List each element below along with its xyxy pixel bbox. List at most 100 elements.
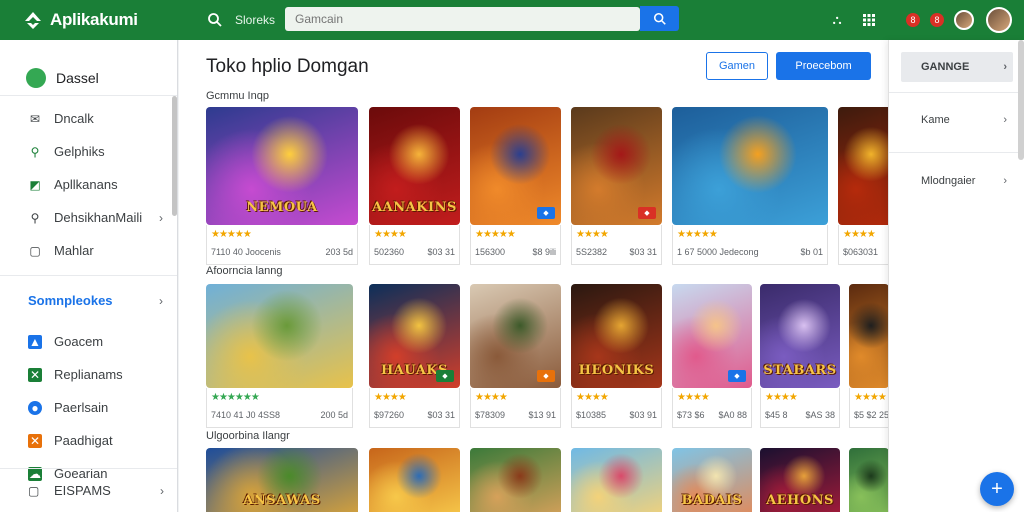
game-card[interactable]: ★★★★ $063031 — [838, 107, 888, 265]
game-artwork — [369, 448, 460, 512]
sidebar-section-header[interactable]: Somnpleokes › — [0, 275, 177, 325]
sidebar-sub-item-1[interactable]: ▲ Goacem — [0, 325, 177, 358]
price-label: $03 91 — [629, 410, 657, 420]
game-card[interactable]: ◆ ★★★★ $73 $6 $A0 88 — [672, 284, 752, 428]
download-count: 5S2382 — [576, 247, 608, 257]
platform-badge-icon: ◆ — [537, 370, 555, 382]
sidebar-item-1[interactable]: ✉ Dncalk — [0, 102, 177, 135]
app-name: Aplikakumi — [50, 10, 138, 29]
secondary-button[interactable]: Gamen — [706, 52, 768, 80]
game-card[interactable]: ◆ ★★★★ 5S2382 $03 31 — [571, 107, 662, 265]
sidebar-item-5[interactable]: ▢ Mahlar — [0, 234, 177, 267]
game-artwork — [672, 107, 828, 225]
translate-icon[interactable]: ⛬ — [828, 11, 846, 29]
filter-item-games[interactable]: GANNGE › — [901, 52, 1013, 82]
sidebar-item-label: Paadhigat — [54, 433, 113, 448]
section-title: Gcmmu Inqp — [206, 90, 269, 102]
small-avatar[interactable] — [954, 10, 974, 30]
filter-item-3[interactable]: Mlodngaier › — [901, 166, 1013, 196]
game-card[interactable]: STABARS ★★★★ $45 8 $AS 38 — [760, 284, 840, 428]
rating-stars: ★★★★ — [576, 392, 609, 403]
price-label: $03 31 — [427, 410, 455, 420]
game-artwork: AANAKINS — [369, 107, 460, 225]
game-card[interactable]: ANSAWAS — [206, 448, 358, 512]
search-icon — [653, 12, 666, 25]
game-artwork — [838, 107, 888, 225]
user-avatar[interactable] — [986, 7, 1012, 33]
game-card[interactable]: ◆ ★★★★ $78309 $13 91 — [470, 284, 561, 428]
sidebar-item-3[interactable]: ◩ Apllkanans — [0, 168, 177, 201]
main-content: Toko hplio Domgan Gamen Proecebom Gcmmu … — [179, 40, 888, 512]
game-card[interactable]: AEHONS — [760, 448, 840, 512]
game-artwork: ◆ — [470, 284, 561, 388]
game-card[interactable]: BADAIS — [672, 448, 752, 512]
card-meta: ★★★★ $97260 $03 31 — [369, 388, 460, 428]
game-card[interactable]: ★★★★ $5 $2 25 — [849, 284, 888, 428]
search-label: Sloreks — [235, 13, 276, 27]
game-card[interactable] — [849, 448, 888, 512]
game-artwork — [206, 284, 353, 388]
leaf-logo-icon — [25, 12, 41, 29]
game-logo-text: ANSAWAS — [243, 493, 321, 508]
chevron-right-icon: › — [159, 293, 163, 308]
download-count: $45 8 — [765, 410, 788, 420]
rating-stars: ★★★★★★ — [211, 392, 260, 403]
sidebar-sub-item-3[interactable]: ● Paerlsain — [0, 391, 177, 424]
x-icon: ✕ — [28, 433, 42, 448]
pin-icon: ⚲ — [30, 144, 40, 159]
filter-item-kame[interactable]: Kame › — [901, 105, 1013, 135]
chevron-right-icon: › — [160, 483, 164, 498]
app-logo[interactable]: Aplikakumi — [22, 9, 202, 31]
sidebar-sub-item-2[interactable]: ✕ Replianams — [0, 358, 177, 391]
game-card[interactable] — [571, 448, 662, 512]
search-input[interactable] — [285, 7, 640, 31]
game-logo-text: AANAKINS — [372, 200, 457, 215]
sidebar-item-label: Goacem — [54, 334, 104, 349]
sidebar-item-label: Apllkanans — [54, 177, 118, 192]
game-logo-text: STABARS — [763, 363, 837, 378]
game-card[interactable] — [369, 448, 460, 512]
section-title: Afoorncia lanng — [206, 265, 283, 277]
download-count: 156300 — [475, 247, 506, 257]
game-artwork: STABARS — [760, 284, 840, 388]
game-card[interactable]: HAUAKS ◆ ★★★★ $97260 $03 31 — [369, 284, 460, 428]
game-logo-text: HEONIKS — [578, 363, 655, 378]
sidebar-item-2[interactable]: ⚲ Gelphiks — [0, 135, 177, 168]
sidebar-footer[interactable]: ▢ EISPAMS › — [0, 468, 177, 512]
card-meta: ★★★★ $063031 — [838, 225, 888, 265]
chevron-right-icon: › — [1003, 61, 1007, 73]
sidebar-sub-item-4[interactable]: ✕ Paadhigat — [0, 424, 177, 457]
game-card[interactable]: ★★★★★★ 7410 41 J0 4SS8 200 5d — [206, 284, 353, 428]
card-meta: ★★★★★ 156300 $8 9ili — [470, 225, 561, 265]
platform-badge-icon: ◆ — [537, 207, 555, 219]
game-card[interactable]: ★★★★★ 1 67 5000 Jedecong $b 01 — [672, 107, 828, 265]
alert-badge[interactable]: 8 — [930, 13, 944, 27]
footer-label: EISPAMS — [54, 483, 111, 498]
game-artwork: HAUAKS ◆ — [369, 284, 460, 388]
notification-badge[interactable]: 8 — [906, 13, 920, 27]
game-artwork: HEONIKS — [571, 284, 662, 388]
search-icon[interactable] — [207, 12, 223, 28]
apps-grid-icon[interactable] — [860, 11, 878, 29]
price-label: 200 5d — [320, 410, 348, 420]
game-card[interactable]: ◆ ★★★★★ 156300 $8 9ili — [470, 107, 561, 265]
game-card[interactable]: HEONIKS ★★★★ $10385 $03 91 — [571, 284, 662, 428]
card-meta: ★★★★ 5S2382 $03 31 — [571, 225, 662, 265]
page-title: Toko hplio Domgan — [206, 56, 369, 77]
box-icon: ▢ — [29, 243, 41, 258]
price-label: $A0 88 — [718, 410, 747, 420]
search-button[interactable] — [640, 6, 679, 31]
game-artwork: ANSAWAS — [206, 448, 358, 512]
sidebar-scrollbar[interactable] — [172, 96, 177, 216]
game-card[interactable]: NEMOUA ★★★★★ 7110 40 Joocenis 203 5d — [206, 107, 358, 265]
add-fab-button[interactable]: + — [980, 472, 1014, 506]
primary-button[interactable]: Proecebom — [776, 52, 871, 80]
sidebar-header[interactable]: Dassel — [0, 40, 177, 96]
card-meta: ★★★★ $45 8 $AS 38 — [760, 388, 840, 428]
sidebar-item-4[interactable]: ⚲ DehsikhanMaili › — [0, 201, 177, 234]
panel-scrollbar[interactable] — [1018, 40, 1024, 160]
game-card[interactable]: AANAKINS ★★★★ 502360 $03 31 — [369, 107, 460, 265]
rating-stars: ★★★★ — [843, 229, 876, 240]
game-card[interactable] — [470, 448, 561, 512]
rating-stars: ★★★★ — [765, 392, 798, 403]
